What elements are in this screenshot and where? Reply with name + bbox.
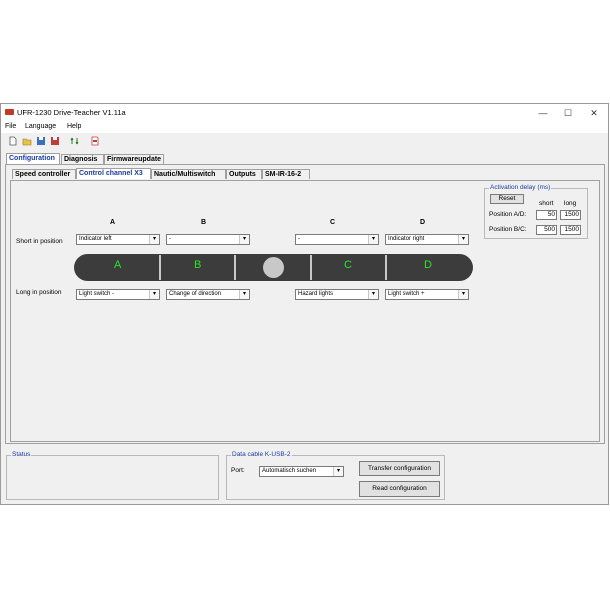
bc-long-input[interactable]: 1500 bbox=[560, 225, 581, 235]
transfer-icon[interactable] bbox=[70, 136, 80, 146]
status-legend: Status bbox=[11, 451, 32, 458]
port-select[interactable]: Automatisch suchen ▾ bbox=[259, 466, 344, 477]
column-c-heading: C bbox=[330, 219, 336, 226]
transfer-configuration-button[interactable]: Transfer configuration bbox=[359, 461, 440, 476]
chevron-down-icon[interactable]: ▾ bbox=[333, 467, 343, 476]
segment-divider bbox=[159, 255, 161, 280]
save-icon[interactable] bbox=[36, 136, 46, 146]
long-c-select[interactable]: Hazard lights ▾ bbox=[295, 289, 379, 300]
tab-outputs[interactable]: Outputs bbox=[226, 169, 262, 179]
status-group: Status bbox=[6, 451, 219, 500]
chevron-down-icon[interactable]: ▾ bbox=[458, 235, 468, 244]
short-d-select[interactable]: Indicator right ▾ bbox=[385, 234, 469, 245]
chevron-down-icon[interactable]: ▾ bbox=[458, 290, 468, 299]
segment-divider bbox=[234, 255, 236, 280]
toolbar bbox=[1, 133, 608, 149]
segment-d-label: D bbox=[424, 259, 432, 271]
tab-sm-ir-16-2[interactable]: SM-IR-16-2 bbox=[262, 169, 310, 179]
switch-knob bbox=[263, 257, 284, 278]
chevron-down-icon[interactable]: ▾ bbox=[149, 235, 159, 244]
window-title: UFR-1230 Drive-Teacher V1.11a bbox=[17, 108, 126, 117]
chevron-down-icon[interactable]: ▾ bbox=[368, 290, 378, 299]
long-d-select[interactable]: Light switch + ▾ bbox=[385, 289, 469, 300]
long-a-select[interactable]: Light switch - ▾ bbox=[76, 289, 160, 300]
position-ad-label: Position A/D: bbox=[489, 211, 527, 218]
short-b-select[interactable]: - ▾ bbox=[166, 234, 250, 245]
title-bar: UFR-1230 Drive-Teacher V1.11a — ☐ ✕ bbox=[1, 104, 608, 122]
long-a-value: Light switch - bbox=[79, 291, 115, 297]
menu-file[interactable]: File bbox=[5, 123, 16, 130]
chevron-down-icon[interactable]: ▾ bbox=[368, 235, 378, 244]
maximize-button[interactable]: ☐ bbox=[556, 106, 580, 120]
minimize-button[interactable]: — bbox=[531, 106, 555, 120]
short-c-select[interactable]: - ▾ bbox=[295, 234, 379, 245]
port-label: Port: bbox=[231, 467, 245, 474]
segment-divider bbox=[310, 255, 312, 280]
short-c-value: - bbox=[298, 236, 300, 242]
tab-speed-controller[interactable]: Speed controller bbox=[12, 169, 76, 179]
tab-nautic-multiswitch[interactable]: Nautic/Multiswitch bbox=[151, 169, 226, 179]
tab-diagnosis[interactable]: Diagnosis bbox=[61, 154, 104, 164]
tab-configuration[interactable]: Configuration bbox=[6, 153, 60, 164]
chevron-down-icon[interactable]: ▾ bbox=[239, 235, 249, 244]
segment-c-label: C bbox=[344, 259, 352, 271]
short-b-value: - bbox=[169, 236, 171, 242]
app-icon bbox=[5, 109, 14, 115]
app-window: UFR-1230 Drive-Teacher V1.11a — ☐ ✕ File… bbox=[0, 103, 609, 505]
column-d-heading: D bbox=[420, 219, 426, 226]
chevron-down-icon[interactable]: ▾ bbox=[239, 290, 249, 299]
port-value: Automatisch suchen bbox=[262, 468, 317, 474]
reset-button[interactable]: Reset bbox=[490, 194, 524, 204]
long-position-label: Long in position bbox=[16, 289, 62, 296]
short-a-select[interactable]: Indicator left ▾ bbox=[76, 234, 160, 245]
long-d-value: Light switch + bbox=[388, 291, 425, 297]
ad-long-input[interactable]: 1500 bbox=[560, 210, 581, 220]
sub-tabs: Speed controller Control channel X3 Naut… bbox=[12, 168, 602, 180]
menu-bar: File Language Help bbox=[1, 122, 608, 133]
menu-help[interactable]: Help bbox=[67, 123, 81, 130]
tab-control-channel-x3[interactable]: Control channel X3 bbox=[76, 168, 151, 179]
data-cable-legend: Data cable K-USB-2 bbox=[231, 451, 292, 458]
ad-short-input[interactable]: 50 bbox=[536, 210, 557, 220]
short-a-value: Indicator left bbox=[79, 236, 112, 242]
column-a-heading: A bbox=[110, 219, 116, 226]
bc-short-input[interactable]: 500 bbox=[536, 225, 557, 235]
column-b-heading: B bbox=[201, 219, 207, 226]
chevron-down-icon[interactable]: ▾ bbox=[149, 290, 159, 299]
save-as-icon[interactable] bbox=[50, 136, 60, 146]
short-d-value: Indicator right bbox=[388, 236, 425, 242]
menu-language[interactable]: Language bbox=[25, 123, 56, 130]
activation-delay-legend: Activation delay (ms) bbox=[489, 184, 552, 191]
long-b-value: Change of direction bbox=[169, 291, 222, 297]
open-folder-icon[interactable] bbox=[22, 136, 32, 146]
segment-divider bbox=[385, 255, 387, 280]
segment-a-label: A bbox=[114, 259, 122, 271]
long-column-label: long bbox=[564, 200, 577, 207]
close-button[interactable]: ✕ bbox=[582, 106, 606, 120]
long-c-value: Hazard lights bbox=[298, 291, 334, 297]
read-configuration-button[interactable]: Read configuration bbox=[359, 481, 440, 497]
short-position-label: Short in position bbox=[16, 238, 63, 245]
segment-b-label: B bbox=[194, 259, 202, 271]
tab-firmwareupdate[interactable]: Firmwareupdate bbox=[104, 154, 164, 164]
new-file-icon[interactable] bbox=[8, 136, 18, 146]
long-b-select[interactable]: Change of direction ▾ bbox=[166, 289, 250, 300]
pdf-document-icon[interactable] bbox=[90, 136, 100, 146]
short-column-label: short bbox=[539, 200, 554, 207]
position-bc-label: Position B/C: bbox=[489, 226, 527, 233]
